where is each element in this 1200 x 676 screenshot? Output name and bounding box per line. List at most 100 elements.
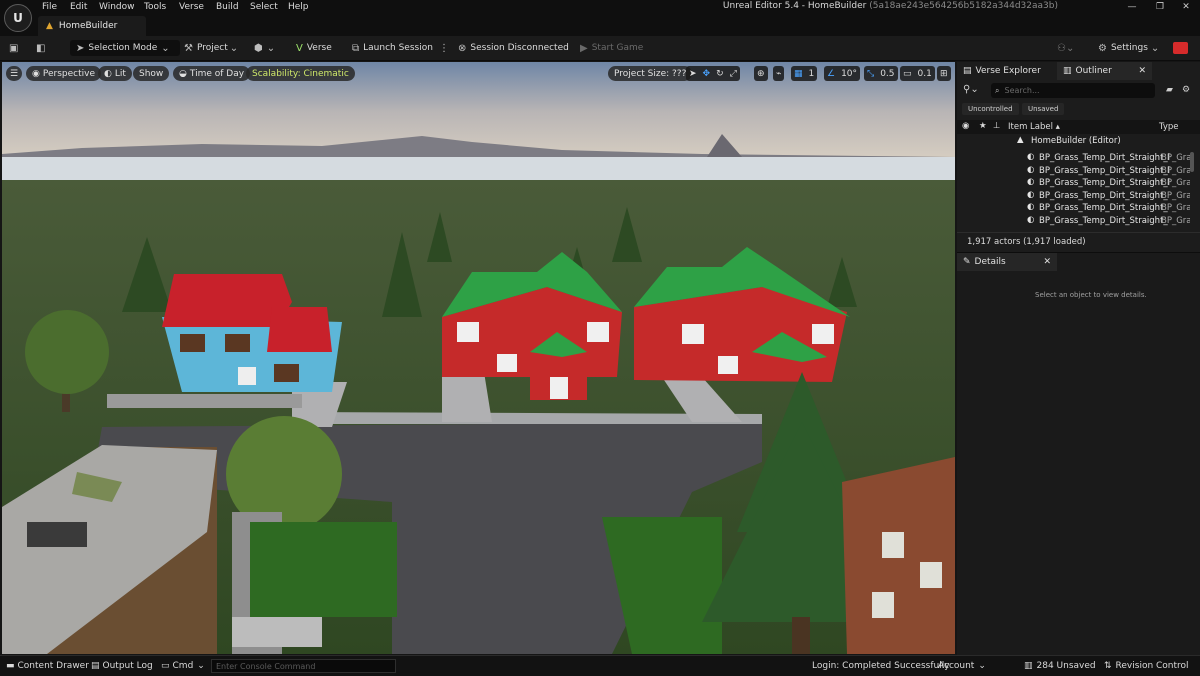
level-viewport[interactable]: ☰ ◉ Perspective ◐ Lit Show ◒ Time of Day… [2, 62, 955, 654]
surface-snap-icon[interactable]: ⌁ [773, 66, 785, 81]
cmd-button[interactable]: ▭ Cmd ⌄ [161, 659, 205, 673]
filter-uncontrolled-label: Uncontrolled [968, 105, 1013, 113]
visibility-icon[interactable]: ◉ [962, 121, 969, 131]
close-tab-icon[interactable]: ✕ [1138, 66, 1146, 76]
actor-type: BP_Gra [1161, 203, 1190, 213]
perspective-button[interactable]: ◉ Perspective [26, 66, 101, 81]
project-size-button[interactable]: Project Size: ??? [608, 66, 693, 81]
select-tool-icon[interactable]: ➤ [686, 69, 700, 79]
menu-help[interactable]: Help [288, 2, 309, 12]
content-drawer-button[interactable]: ▬ Content Drawer [6, 659, 89, 673]
list-item[interactable]: ◐ BP_Grass_Temp_Dirt_Straight_l BP_Gra [957, 152, 1190, 165]
users-icon[interactable]: ⚇⌄ [1057, 40, 1078, 56]
tab-outliner[interactable]: ▥ Outliner ✕ [1057, 62, 1152, 80]
col-item-label[interactable]: Item Label ▴ [1008, 122, 1060, 132]
minimize-icon[interactable]: — [1124, 2, 1140, 12]
filter-uncontrolled[interactable]: Uncontrolled [962, 103, 1019, 115]
filter-icon[interactable]: ⚲⌄ [963, 84, 979, 95]
menu-edit[interactable]: Edit [70, 2, 87, 12]
fence [107, 394, 302, 408]
actor-label: BP_Grass_Temp_Dirt_Straight_l [1039, 178, 1171, 188]
selection-mode-label: Selection Mode [88, 43, 158, 53]
settings-label: Settings [1110, 43, 1148, 53]
viewport-scene [2, 62, 955, 654]
scalability-button[interactable]: Scalability: Cinematic [246, 66, 355, 81]
launch-session-label: Launch Session [363, 43, 433, 53]
session-status: ⊗ Session Disconnected [458, 40, 569, 56]
move-tool-icon[interactable]: ✥ [700, 69, 714, 79]
pin-icon[interactable]: ⊥ [993, 121, 1000, 131]
start-game-button[interactable]: ▶ Start Game [580, 40, 643, 56]
world-space-icon[interactable]: ⊕ [754, 66, 768, 81]
scale-tool-icon[interactable]: ⤢ [727, 69, 740, 79]
rotation-snap-toggle[interactable]: ∠ 10° [824, 66, 861, 81]
account-button[interactable]: Account ⌄ [938, 659, 986, 673]
unreal-logo-icon[interactable]: U [4, 4, 32, 32]
tab-details[interactable]: ✎ Details ✕ [957, 253, 1057, 271]
add-folder-icon[interactable]: ▰ [1166, 85, 1173, 95]
actor-icon: ◐ [1027, 177, 1035, 187]
project-button[interactable]: ⚒ Project ⌄ [184, 40, 242, 56]
outliner-scrollbar[interactable] [1190, 152, 1194, 172]
menu-tools[interactable]: Tools [144, 2, 166, 12]
list-item[interactable]: ◐ BP_Grass_Temp_Dirt_Straight_l BP_Gra [957, 177, 1190, 190]
outliner-settings-icon[interactable]: ⚙ [1182, 85, 1190, 95]
verse-button[interactable]: V Verse [296, 40, 332, 56]
scale-snap-toggle[interactable]: ⤡ 0.5 [864, 66, 898, 81]
menu-select[interactable]: Select [250, 2, 278, 12]
save-icon[interactable]: ▣ [9, 40, 22, 56]
title-bar: U File Edit Window Tools Verse Build Sel… [0, 0, 1200, 36]
cmd-label: Cmd [172, 661, 194, 671]
console-input[interactable]: Enter Console Command [211, 659, 396, 673]
right-panel: ▤ Verse Explorer ▥ Outliner ✕ ⚲⌄ ⌕ Searc… [957, 62, 1200, 655]
play-icon: ▶ [580, 42, 588, 54]
start-game-label: Start Game [591, 43, 644, 53]
actor-count: 1,917 actors (1,917 loaded) [967, 237, 1086, 247]
close-window-icon[interactable]: ✕ [1178, 2, 1194, 12]
actor-label: BP_Grass_Temp_Dirt_Straight_l [1039, 165, 1171, 176]
actor-label: BP_Grass_Temp_Dirt_Straight_l [1039, 153, 1171, 163]
list-item[interactable]: ◐ BP_Grass_Temp_Dirt_Straight_l BP_Gra [957, 165, 1190, 178]
list-item[interactable]: ◐ BP_Grass_Temp_Dirt_Straight_ BP_Gra [957, 215, 1190, 228]
revision-control-button[interactable]: ⇅ Revision Control [1104, 659, 1189, 673]
menu-build[interactable]: Build [216, 2, 239, 12]
time-of-day-button[interactable]: ◒ Time of Day [173, 66, 251, 81]
close-tab-icon[interactable]: ✕ [1043, 257, 1051, 267]
angle-icon: ∠ [827, 68, 836, 79]
content-browser-icon[interactable]: ◧ [36, 40, 49, 56]
menu-window[interactable]: Window [99, 2, 135, 12]
launch-session-button[interactable]: ⧉ Launch Session ⋮ [352, 40, 453, 56]
settings-button[interactable]: ⚙ Settings ⌄ [1098, 40, 1163, 56]
verse-explorer-icon: ▤ [963, 66, 972, 76]
output-log-button[interactable]: ▤ Output Log [91, 659, 153, 673]
outliner-root-row[interactable]: ▲ HomeBuilder (Editor) [957, 135, 1200, 147]
project-tab[interactable]: ▲ HomeBuilder [38, 16, 146, 36]
favorite-icon[interactable]: ★ [979, 121, 987, 131]
tab-verse-explorer[interactable]: ▤ Verse Explorer [957, 62, 1057, 80]
more-options-icon[interactable]: ⋮ [439, 43, 449, 54]
lawn [250, 522, 397, 617]
unsaved-button[interactable]: ▥ 284 Unsaved [1024, 659, 1096, 673]
menu-file[interactable]: File [42, 2, 57, 12]
rotate-tool-icon[interactable]: ↻ [713, 69, 727, 79]
list-item[interactable]: ◐ BP_Grass_Temp_Dirt_Straight_ BP_Gra [957, 202, 1190, 215]
window-title: Unreal Editor 5.4 - HomeBuilder (5a18ae2… [723, 1, 1058, 11]
filter-unsaved[interactable]: Unsaved [1022, 103, 1065, 115]
viewport-menu-icon[interactable]: ☰ [6, 66, 23, 81]
menu-verse[interactable]: Verse [179, 2, 204, 12]
camera-speed-button[interactable]: ▭ 0.1 [900, 66, 935, 81]
show-button[interactable]: Show [133, 66, 170, 81]
outliner-footer: 1,917 actors (1,917 loaded) [957, 232, 1200, 251]
maximize-icon[interactable]: ❐ [1152, 2, 1168, 12]
fortnite-brand-icon[interactable] [1173, 42, 1188, 54]
lit-button[interactable]: ◐ Lit [98, 66, 132, 81]
add-actor-button[interactable]: ⬢ ⌄ [254, 40, 279, 56]
viewport-layout-icon[interactable]: ⊞ [937, 66, 951, 81]
list-item[interactable]: ◐ BP_Grass_Temp_Dirt_Straight_ BP_Gra [957, 190, 1190, 203]
actor-label: BP_Grass_Temp_Dirt_Straight_ [1039, 215, 1168, 226]
selection-mode-button[interactable]: ➤ Selection Mode ⌄ [70, 40, 180, 56]
grid-snap-toggle[interactable]: ▦ 1 [791, 66, 818, 81]
col-type[interactable]: Type [1159, 122, 1179, 132]
actor-type: BP_Gra [1161, 178, 1190, 188]
outliner-search-input[interactable]: ⌕ Search... [991, 83, 1155, 98]
